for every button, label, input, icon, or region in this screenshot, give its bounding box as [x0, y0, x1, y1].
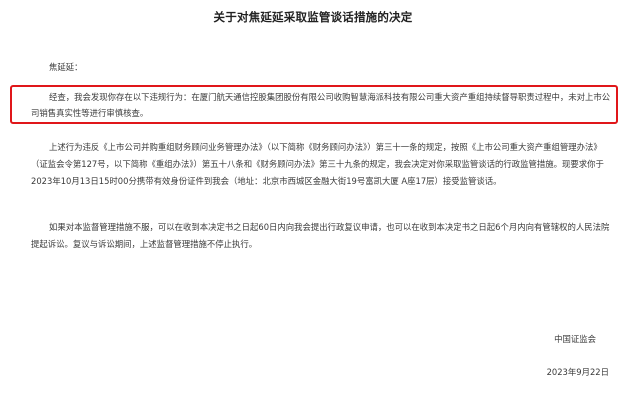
- paragraph-2-line-3: 2023年10月13日15时00分携带有效身份证件到我会（地址：北京市西城区金融…: [31, 176, 502, 186]
- salutation: 焦延延：: [49, 62, 83, 72]
- document-page: 关于对焦延延采取监管谈话措施的决定 焦延延： 经查，我会发现你存在以下违规行为：…: [0, 0, 626, 400]
- paragraph-2-line-2: （证监会令第127号，以下简称《重组办法》）第五十八条和《财务顾问办法》第三十九…: [31, 159, 604, 169]
- paragraph-3-line-2: 提起诉讼。复议与诉讼期间，上述监督管理措施不停止执行。: [31, 239, 258, 249]
- paragraph-1-line-2: 司销售真实性等进行审慎核查。: [31, 108, 149, 118]
- document-title: 关于对焦延延采取监管谈话措施的决定: [213, 10, 413, 24]
- paragraph-2-line-1: 上述行为违反《上市公司并购重组财务顾问业务管理办法》（以下简称《财务顾问办法》）…: [49, 142, 602, 152]
- paragraph-3-line-1: 如果对本监督管理措施不服，可以在收到本决定书之日起60日内向我会提出行政复议申请…: [49, 222, 610, 232]
- highlight-box: [10, 85, 618, 124]
- paragraph-1-line-1: 经查，我会发现你存在以下违规行为：在厦门航天通信控股集团股份有限公司收购智慧海派…: [49, 92, 611, 102]
- issuer-signature: 中国证监会: [554, 334, 596, 344]
- issue-date: 2023年9月22日: [546, 367, 609, 377]
